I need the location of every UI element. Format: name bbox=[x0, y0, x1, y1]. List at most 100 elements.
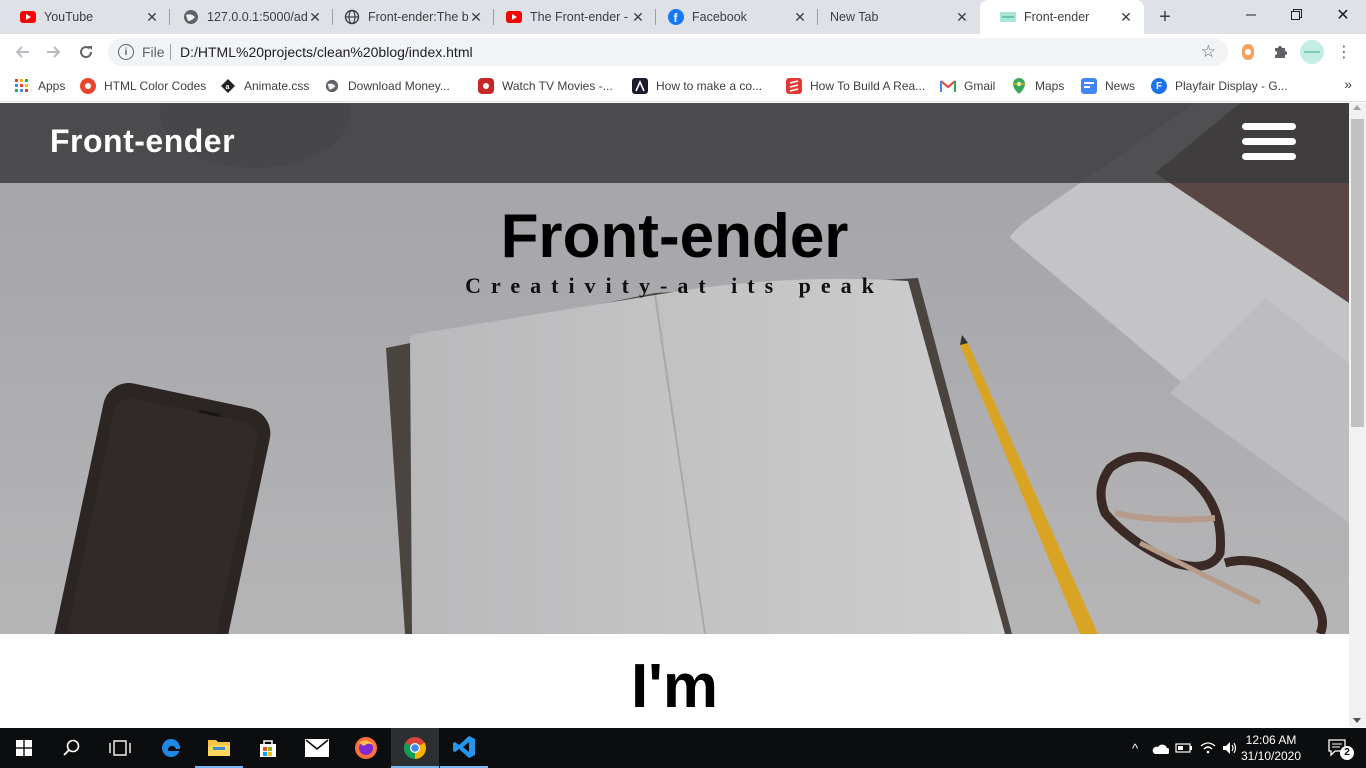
vscode-icon[interactable] bbox=[440, 728, 488, 768]
globe-icon bbox=[344, 9, 360, 25]
facebook-icon: f bbox=[668, 9, 684, 25]
close-window-icon[interactable]: ✕ bbox=[1320, 0, 1366, 30]
star-icon[interactable]: ☆ bbox=[1201, 42, 1216, 62]
scroll-up-arrow-icon[interactable] bbox=[1353, 105, 1361, 110]
bookmark-label: How To Build A Rea... bbox=[810, 79, 926, 93]
tab-frontender-blog[interactable]: Front-ender:The bl ✕ bbox=[324, 0, 494, 34]
menu-dots-icon[interactable]: ⋮ bbox=[1334, 42, 1354, 62]
close-icon[interactable]: ✕ bbox=[954, 9, 970, 25]
s-logo-icon bbox=[786, 78, 802, 94]
address-bar[interactable]: i File D:/HTML%20projects/clean%20blog/i… bbox=[108, 38, 1228, 66]
tab-title: Front-ender bbox=[1024, 10, 1090, 24]
bookmark-label: Watch TV Movies -... bbox=[502, 79, 613, 93]
system-clock[interactable]: 12:06 AM 31/10/2020 bbox=[1236, 732, 1306, 764]
new-tab-button[interactable]: + bbox=[1154, 6, 1176, 28]
chrome-icon[interactable] bbox=[391, 728, 439, 768]
bookmark-how-to-build[interactable]: How To Build A Rea... bbox=[786, 76, 925, 96]
close-icon[interactable]: ✕ bbox=[144, 9, 160, 25]
close-icon[interactable]: ✕ bbox=[630, 9, 646, 25]
youtube-icon bbox=[506, 9, 522, 25]
tab-youtube[interactable]: YouTube ✕ bbox=[0, 0, 170, 34]
tab-frontender-active[interactable]: Front-ender ✕ bbox=[980, 0, 1144, 34]
tab-localhost[interactable]: 127.0.0.1:5000/adr ✕ bbox=[163, 0, 333, 34]
windows-taskbar: ^ 12:06 AM 31/10/2020 2 bbox=[0, 728, 1366, 768]
extension-icon[interactable] bbox=[1238, 42, 1258, 62]
hero-section: Front-ender Front-ender Creativity-at it… bbox=[0, 103, 1349, 634]
maps-icon bbox=[1011, 78, 1027, 94]
hamburger-bar bbox=[1242, 138, 1296, 145]
bookmark-html-color-codes[interactable]: HTML Color Codes bbox=[80, 76, 206, 96]
close-icon[interactable]: ✕ bbox=[307, 9, 323, 25]
tab-title: 127.0.0.1:5000/adr bbox=[207, 10, 307, 24]
battery-icon[interactable] bbox=[1174, 728, 1194, 768]
globe-icon bbox=[183, 9, 199, 25]
onedrive-cloud-icon[interactable] bbox=[1150, 728, 1170, 768]
hamburger-menu-icon[interactable] bbox=[1242, 123, 1296, 163]
notification-center-icon[interactable]: 2 bbox=[1318, 728, 1358, 768]
scroll-down-arrow-icon[interactable] bbox=[1353, 718, 1361, 723]
apps-grid-icon bbox=[14, 78, 30, 94]
bookmark-watch-tv-movies[interactable]: Watch TV Movies -... bbox=[478, 76, 613, 96]
back-arrow-icon[interactable] bbox=[10, 40, 34, 64]
notification-count-badge: 2 bbox=[1340, 746, 1354, 760]
bookmark-label: Apps bbox=[38, 79, 66, 93]
chevron-right-icon[interactable]: » bbox=[1344, 76, 1352, 92]
browser-toolbar: i File D:/HTML%20projects/clean%20blog/i… bbox=[0, 34, 1366, 70]
forward-arrow-icon[interactable] bbox=[42, 40, 66, 64]
page-scrollbar[interactable] bbox=[1349, 103, 1366, 727]
mail-icon[interactable] bbox=[293, 728, 341, 768]
close-icon[interactable]: ✕ bbox=[792, 9, 808, 25]
avatar[interactable] bbox=[1300, 40, 1324, 64]
address-divider bbox=[170, 44, 171, 60]
bookmark-playfair-display[interactable]: F Playfair Display - G... bbox=[1151, 76, 1288, 96]
bookmark-how-to-make[interactable]: How to make a co... bbox=[632, 76, 762, 96]
bookmark-label: Animate.css bbox=[244, 79, 310, 93]
bookmarks-bar: Apps HTML Color Codes a Animate.css Down… bbox=[0, 70, 1366, 102]
tab-new-tab[interactable]: New Tab ✕ bbox=[810, 0, 980, 34]
wifi-icon[interactable] bbox=[1198, 728, 1218, 768]
store-icon[interactable] bbox=[244, 728, 292, 768]
task-view-icon[interactable] bbox=[96, 728, 144, 768]
bookmark-label: News bbox=[1105, 79, 1136, 93]
tab-title: Facebook bbox=[692, 10, 747, 24]
color-wheel-icon bbox=[80, 78, 96, 94]
reload-icon[interactable] bbox=[74, 40, 98, 64]
tab-facebook[interactable]: f Facebook ✕ bbox=[648, 0, 818, 34]
tab-title: New Tab bbox=[830, 10, 879, 24]
bookmark-apps[interactable]: Apps bbox=[14, 76, 65, 96]
bookmark-label: Playfair Display - G... bbox=[1175, 79, 1288, 93]
f-logo-icon: F bbox=[1151, 78, 1167, 94]
bookmark-news[interactable]: News bbox=[1081, 76, 1135, 96]
hero-subtitle: Creativity-at its peak bbox=[465, 273, 884, 298]
hamburger-bar bbox=[1242, 123, 1296, 130]
puzzle-icon[interactable] bbox=[1270, 42, 1290, 62]
bookmark-label: HTML Color Codes bbox=[104, 79, 207, 93]
bookmark-download-money[interactable]: Download Money... bbox=[324, 76, 450, 96]
info-icon[interactable]: i bbox=[118, 44, 134, 60]
bookmark-gmail[interactable]: Gmail bbox=[940, 76, 995, 96]
file-explorer-icon[interactable] bbox=[195, 728, 243, 768]
svg-text:a: a bbox=[226, 84, 230, 91]
search-icon[interactable] bbox=[48, 728, 96, 768]
bookmark-maps[interactable]: Maps bbox=[1011, 76, 1064, 96]
site-icon bbox=[1000, 9, 1016, 25]
close-icon[interactable]: ✕ bbox=[1118, 9, 1134, 25]
firefox-icon[interactable] bbox=[342, 728, 390, 768]
tab-strip: YouTube ✕ 127.0.0.1:5000/adr ✕ Front-end… bbox=[0, 0, 1366, 34]
site-brand[interactable]: Front-ender bbox=[50, 123, 235, 160]
hero-title: Front-ender bbox=[500, 202, 849, 271]
bookmark-animate-css[interactable]: a Animate.css bbox=[220, 76, 309, 96]
clock-date: 31/10/2020 bbox=[1240, 749, 1302, 763]
address-url[interactable]: D:/HTML%20projects/clean%20blog/index.ht… bbox=[180, 44, 473, 60]
edge-icon[interactable] bbox=[147, 728, 195, 768]
chevron-up-icon[interactable]: ^ bbox=[1126, 728, 1144, 768]
minimize-icon[interactable] bbox=[1228, 0, 1274, 30]
restore-icon[interactable] bbox=[1274, 0, 1320, 30]
gmail-icon bbox=[940, 78, 956, 94]
animate-icon: a bbox=[220, 78, 236, 94]
scrollbar-thumb[interactable] bbox=[1351, 119, 1364, 427]
windows-start-icon[interactable] bbox=[0, 728, 48, 768]
tab-title: The Front-ender - bbox=[530, 10, 628, 24]
close-icon[interactable]: ✕ bbox=[468, 9, 484, 25]
tab-frontender-youtube[interactable]: The Front-ender - ✕ bbox=[486, 0, 656, 34]
